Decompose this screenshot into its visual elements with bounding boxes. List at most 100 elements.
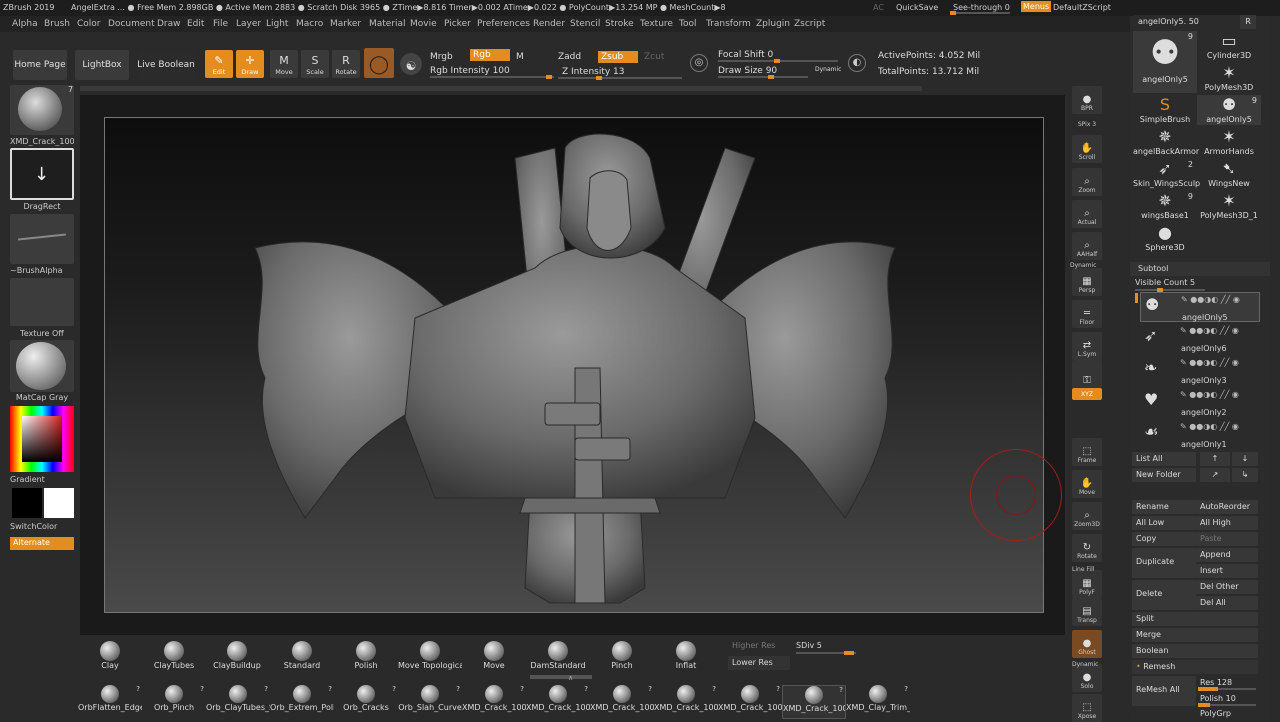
shelf-zoom-button[interactable]: ⌕ Zoom: [1072, 168, 1102, 196]
tool-thumb-wingsnew[interactable]: ➷ WingsNew: [1197, 159, 1261, 189]
subtool-controls-icon[interactable]: ✎ ●●◑◐ ╱╱ ◉: [1180, 326, 1239, 335]
remesh-all-button[interactable]: ReMesh All: [1132, 676, 1196, 706]
material-sphere-button[interactable]: ◯: [364, 48, 394, 78]
menu-brush[interactable]: Brush: [44, 19, 70, 29]
focal-shift-slider[interactable]: Focal Shift 0: [718, 50, 773, 60]
tool-thumb-angelbackarmor[interactable]: ✵ angelBackArmor: [1133, 127, 1199, 157]
menu-picker[interactable]: Picker: [444, 19, 471, 29]
menu-marker[interactable]: Marker: [330, 19, 361, 29]
subtool-row[interactable]: ♥ ✎ ●●◑◐ ╱╱ ◉ angelOnly2: [1140, 388, 1260, 418]
brush-help-icon[interactable]: ?: [520, 685, 524, 693]
subtool-row[interactable]: ❧ ✎ ●●◑◐ ╱╱ ◉ angelOnly3: [1140, 356, 1260, 386]
brush-move[interactable]: Move: [462, 641, 526, 675]
brush-help-icon[interactable]: ?: [136, 685, 140, 693]
shelf-aahalf-button[interactable]: ⌕ AAHalf: [1072, 232, 1102, 260]
list-all-button[interactable]: List All: [1132, 452, 1196, 466]
autoreorder-button[interactable]: AutoReorder: [1196, 500, 1258, 514]
lightbox-button[interactable]: LightBox: [75, 50, 129, 80]
color-mode-button[interactable]: ☯: [400, 53, 422, 75]
menu-edit[interactable]: Edit: [187, 19, 204, 29]
menu-layer[interactable]: Layer: [236, 19, 261, 29]
brush-help-icon[interactable]: ?: [328, 685, 332, 693]
split-menu[interactable]: Split: [1132, 612, 1258, 626]
brush-xmd-crack-1007[interactable]: XMD_Crack_1007?: [526, 685, 590, 719]
menu-stroke[interactable]: Stroke: [605, 19, 634, 29]
remesh-menu[interactable]: • Remesh: [1132, 660, 1258, 674]
brush-standard[interactable]: Standard: [270, 641, 334, 675]
shelf-bpr-button[interactable]: ● BPR: [1072, 86, 1102, 114]
brush-clay[interactable]: Clay: [78, 641, 142, 675]
main-color-swatch[interactable]: [44, 488, 74, 518]
tool-scale-button[interactable]: S Scale: [301, 50, 329, 78]
brush-help-icon[interactable]: ?: [392, 685, 396, 693]
secondary-color-swatch[interactable]: [12, 488, 42, 518]
tool-thumb-cylinder3d[interactable]: ▭ Cylinder3D: [1197, 31, 1261, 61]
default-zscript-button[interactable]: DefaultZScript: [1053, 3, 1111, 12]
folder-down-icon[interactable]: ↳: [1232, 468, 1258, 482]
shelf-move-button[interactable]: ✋ Move: [1072, 470, 1102, 498]
move-up-icon[interactable]: ↑: [1200, 452, 1230, 466]
subtool-controls-icon[interactable]: ✎ ●●◑◐ ╱╱ ◉: [1180, 422, 1239, 431]
subtool-row[interactable]: ☙ ✎ ●●◑◐ ╱╱ ◉ angelOnly1: [1140, 420, 1260, 450]
tool-thumb-skin_wingssculp[interactable]: ➶ Skin_WingsSculp 2: [1133, 159, 1200, 189]
menu-texture[interactable]: Texture: [640, 19, 673, 29]
rgb-intensity-slider[interactable]: Rgb Intensity 100: [430, 66, 510, 76]
z-intensity-slider[interactable]: Z Intensity 13: [562, 67, 625, 77]
menu-movie[interactable]: Movie: [410, 19, 437, 29]
menus-button[interactable]: Menus: [1021, 1, 1052, 12]
del-all-button[interactable]: Del All: [1196, 596, 1258, 610]
brush-orb-claytubes-sl[interactable]: Orb_ClayTubes_Sl?: [206, 685, 270, 719]
shelf-frame-button[interactable]: ⬚ Frame: [1072, 438, 1102, 466]
brush-help-icon[interactable]: ?: [200, 685, 204, 693]
boolean-menu[interactable]: Boolean: [1132, 644, 1258, 658]
menu-tool[interactable]: Tool: [679, 19, 696, 29]
paste-button[interactable]: Paste: [1196, 532, 1258, 546]
menu-document[interactable]: Document: [108, 19, 155, 29]
delete-button[interactable]: Delete: [1132, 580, 1196, 610]
shelf-lock-button[interactable]: ⚿: [1072, 360, 1102, 388]
shelf-spix-button[interactable]: SPix 3: [1072, 118, 1102, 130]
brush-help-icon[interactable]: ?: [904, 685, 908, 693]
brush-xmd-crack-100[interactable]: XMD_Crack_100?: [782, 685, 846, 719]
menu-material[interactable]: Material: [369, 19, 406, 29]
shelf-polyf-button[interactable]: ▦ PolyF: [1072, 570, 1102, 598]
shelf-xyz-button[interactable]: XYZ: [1072, 388, 1102, 400]
shelf-lsym-button[interactable]: ⇄ L.Sym: [1072, 332, 1102, 360]
tool-thumb-wingsbase1[interactable]: ✵ wingsBase1 9: [1133, 191, 1197, 221]
brush-help-icon[interactable]: ?: [712, 685, 716, 693]
menu-draw[interactable]: Draw: [157, 19, 181, 29]
polygrp-button[interactable]: PolyGrp: [1196, 707, 1258, 721]
brush-alpha-thumbnail[interactable]: [10, 214, 74, 264]
subtool-controls-icon[interactable]: ✎ ●●◑◐ ╱╱ ◉: [1180, 358, 1239, 367]
tool-draw-button[interactable]: ✛ Draw: [236, 50, 264, 78]
color-square[interactable]: [22, 416, 62, 462]
mrgb-button[interactable]: Mrgb: [430, 52, 453, 62]
menu-zplugin[interactable]: Zplugin: [756, 19, 790, 29]
menu-stencil[interactable]: Stencil: [570, 19, 600, 29]
brush-xmd-crack-1008[interactable]: XMD_Crack_1008?: [462, 685, 526, 719]
shelf-floor-button[interactable]: ═ Floor: [1072, 300, 1102, 328]
subtool-scroll-indicator[interactable]: [1135, 293, 1138, 303]
merge-menu[interactable]: Merge: [1132, 628, 1258, 642]
brush-xmd-crack-1003[interactable]: XMD_Crack_1003?: [654, 685, 718, 719]
texture-thumbnail[interactable]: [10, 278, 74, 326]
see-through-slider[interactable]: See-through 0: [953, 3, 1010, 12]
menu-transform[interactable]: Transform: [706, 19, 751, 29]
shelf-transp-button[interactable]: ▤ Transp: [1072, 598, 1102, 626]
all-high-button[interactable]: All High: [1196, 516, 1258, 530]
tool-thumb-armorhands[interactable]: ✶ ArmorHands: [1197, 127, 1261, 157]
document-view[interactable]: [104, 117, 1044, 613]
new-folder-button[interactable]: New Folder: [1132, 468, 1196, 482]
brush-pinch[interactable]: Pinch: [590, 641, 654, 675]
brush-xmd-clay-trim-[interactable]: XMD_Clay_Trim_?: [846, 685, 910, 719]
tool-thumb-polymesh3d[interactable]: ✶ PolyMesh3D: [1197, 63, 1261, 93]
shelf-xpose-button[interactable]: ⬚ Xpose: [1072, 694, 1102, 722]
folder-arrow-icon[interactable]: ↗: [1200, 468, 1230, 482]
rename-button[interactable]: Rename: [1132, 500, 1196, 514]
duplicate-button[interactable]: Duplicate: [1132, 548, 1196, 578]
brush-xmd-crack-1006[interactable]: XMD_Crack_1006?: [590, 685, 654, 719]
shelf-rotate-button[interactable]: ↻ Rotate: [1072, 534, 1102, 562]
copy-button[interactable]: Copy: [1132, 532, 1196, 546]
shelf-splitter[interactable]: [530, 675, 592, 679]
sdiv-slider[interactable]: SDiv 5: [796, 641, 822, 650]
